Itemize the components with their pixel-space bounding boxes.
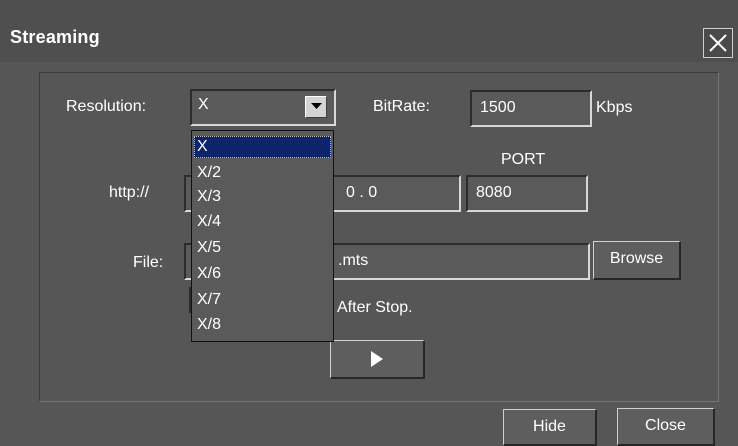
resolution-option[interactable]: X/6: [194, 263, 331, 285]
bitrate-input[interactable]: 1500: [470, 90, 592, 127]
resolution-option[interactable]: X/3: [194, 186, 331, 208]
resolution-option[interactable]: X/5: [194, 237, 331, 259]
close-icon[interactable]: [703, 28, 733, 58]
resolution-option[interactable]: X/2: [194, 162, 331, 184]
bitrate-label: BitRate:: [373, 98, 430, 115]
http-label: http://: [109, 184, 150, 201]
streaming-window: Streaming Resolution: X BitRate: 1500 Kb…: [0, 0, 738, 446]
resolution-option[interactable]: X: [194, 136, 331, 158]
resolution-value: X: [198, 96, 209, 113]
port-label: PORT: [501, 151, 546, 168]
bitrate-unit: Kbps: [596, 99, 633, 116]
hide-button[interactable]: Hide: [503, 409, 597, 446]
close-button[interactable]: Close: [617, 408, 715, 446]
resolution-option[interactable]: X/4: [194, 211, 331, 233]
play-icon: [371, 351, 383, 367]
file-label: File:: [133, 254, 164, 271]
port-input[interactable]: 8080: [466, 175, 588, 212]
title-bar: Streaming: [0, 0, 738, 62]
browse-button[interactable]: Browse: [593, 241, 681, 280]
play-button[interactable]: [330, 340, 425, 379]
after-stop-label: After Stop.: [337, 299, 413, 316]
resolution-option[interactable]: X/8: [194, 314, 331, 336]
resolution-select[interactable]: X: [190, 89, 336, 126]
resolution-option[interactable]: X/7: [194, 289, 331, 311]
window-title: Streaming: [10, 27, 100, 47]
resolution-label: Resolution:: [66, 98, 147, 115]
resolution-dropdown-list: X X/2 X/3 X/4 X/5 X/6 X/7 X/8: [191, 130, 334, 342]
chevron-down-icon[interactable]: [305, 96, 327, 118]
